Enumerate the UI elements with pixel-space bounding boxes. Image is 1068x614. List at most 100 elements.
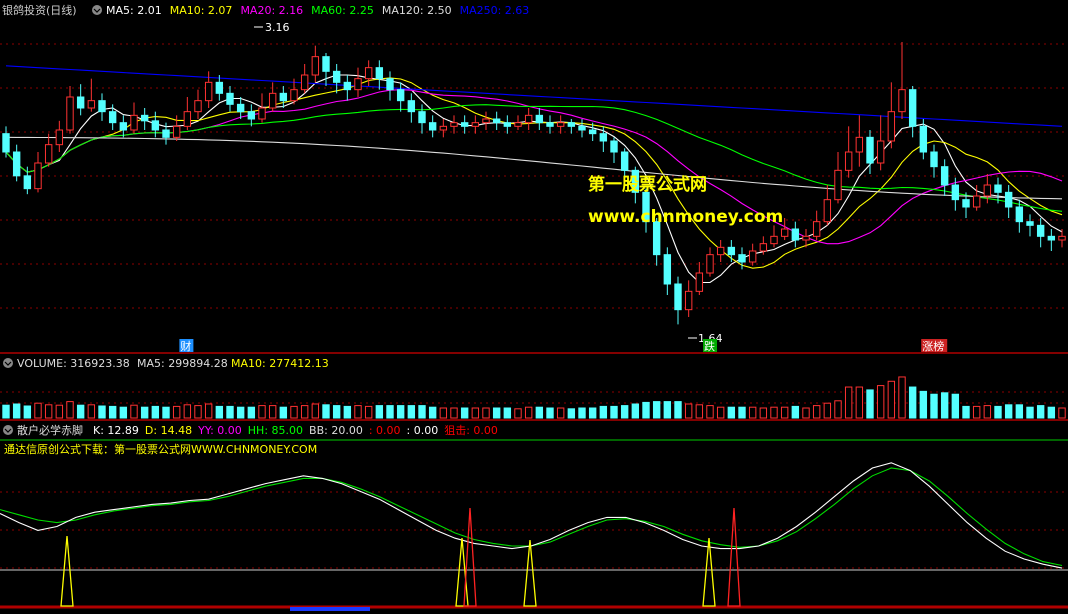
volume-bar [450, 407, 458, 419]
volume-bar [972, 405, 981, 419]
volume-bar [524, 406, 533, 419]
candle-body [599, 133, 608, 142]
candle-body [674, 283, 682, 311]
volume-bar [535, 406, 544, 419]
volume-bar [610, 405, 618, 419]
candle-body [503, 122, 512, 127]
volume-bar [844, 386, 853, 419]
volume-bar [311, 403, 320, 419]
candle-body [194, 100, 202, 113]
volume-bar [620, 405, 629, 419]
volume-bar [194, 405, 202, 419]
volume-bar [364, 405, 373, 419]
event-tag-label: 财 [180, 339, 191, 353]
volume-bar [76, 404, 85, 419]
candle-body [844, 151, 853, 171]
red-signal-spike [727, 507, 741, 607]
volume-bar [834, 400, 842, 419]
collapse-icon[interactable] [92, 5, 102, 15]
volume-bar [706, 405, 714, 419]
volume-bar [66, 401, 74, 419]
volume-bar [439, 407, 448, 419]
candle-body [706, 254, 714, 274]
candle-body [535, 114, 544, 124]
volume-bar [258, 405, 266, 419]
candle-body [76, 96, 85, 109]
ma20-line [5, 89, 1063, 245]
candle-body [226, 92, 234, 105]
stock-chart-canvas[interactable]: 银鸽投资(日线) MA5: 2.01 MA10: 2.07 MA20: 2.16 MA… [0, 0, 1068, 614]
volume-bar [567, 408, 576, 419]
collapse-icon[interactable] [3, 358, 13, 368]
stock-title: 银鸽投资(日线) [2, 3, 77, 17]
candle-body [524, 114, 533, 124]
volume-bar [236, 406, 245, 419]
volume-bar [514, 408, 522, 419]
candle-body [279, 92, 288, 102]
candlestick-series [2, 42, 1066, 325]
candle-body [55, 129, 64, 146]
volume-bar [386, 405, 394, 419]
candle-body [183, 111, 192, 127]
volume-bar [290, 405, 298, 419]
ma60-line [5, 104, 1063, 212]
candle-body [823, 199, 832, 223]
volume-bars [2, 376, 1066, 419]
volume-bar [247, 406, 256, 419]
volume-bar [226, 405, 234, 419]
main-header: 银鸽投资(日线) MA5: 2.01 MA10: 2.07 MA20: 2.16 MA… [2, 3, 529, 17]
candle-body [322, 56, 330, 72]
indicator-legend: K: 12.89 D: 14.48 YY: 0.00 HH: 85.00 BB: 20.… [93, 424, 498, 437]
candle-body [268, 92, 277, 109]
collapse-icon[interactable] [3, 425, 13, 435]
volume-bar [599, 405, 608, 419]
signal-spikes [60, 507, 741, 611]
volume-bar [23, 405, 32, 419]
volume-bar [428, 406, 437, 419]
candle-body [770, 235, 778, 245]
volume-bar [770, 406, 778, 419]
volume-bar [1004, 404, 1013, 419]
volume-bar [34, 402, 42, 419]
candle-body [738, 254, 746, 263]
volume-bar [322, 404, 330, 419]
candle-body [439, 125, 448, 131]
candle-body [2, 133, 10, 153]
ma-legend: MA5: 2.01 MA10: 2.07 MA20: 2.16 MA60: 2.25 M… [106, 4, 529, 17]
volume-bar [1026, 406, 1034, 419]
candle-body [759, 243, 768, 252]
volume-bar [375, 405, 384, 419]
indicator-legend-item: 狙击: 0.00 [444, 424, 498, 437]
yellow-signal-spike [523, 539, 537, 607]
candle-body [578, 125, 586, 131]
scroll-indicator[interactable] [290, 607, 370, 611]
candle-body [919, 125, 928, 153]
volume-bar [631, 403, 640, 419]
candle-body [567, 122, 576, 127]
candle-body [151, 120, 160, 131]
candle-body [610, 140, 618, 153]
volume-bar [130, 404, 138, 419]
volume-bar [983, 405, 992, 419]
volume-bar [738, 406, 746, 419]
volume-ma5: MA5: 299894.28 [137, 357, 228, 370]
candle-body [930, 151, 938, 168]
volume-bar [940, 392, 949, 419]
volume-bar [876, 385, 885, 419]
ma-legend-item: MA5: 2.01 [106, 4, 162, 17]
volume-bar [343, 405, 352, 419]
volume-bar [898, 376, 906, 419]
volume-bar [140, 406, 149, 419]
candle-body [972, 195, 981, 208]
volume-bar [482, 407, 490, 419]
volume-bar [588, 407, 597, 419]
volume-bar [1058, 407, 1066, 419]
candle-body [66, 96, 74, 131]
volume-bar [727, 406, 736, 419]
volume-bar [98, 405, 106, 419]
candle-body [396, 89, 405, 102]
candle-body [812, 221, 821, 237]
candle-body [983, 184, 992, 197]
candle-body [300, 74, 309, 91]
volume-bar [503, 407, 512, 419]
